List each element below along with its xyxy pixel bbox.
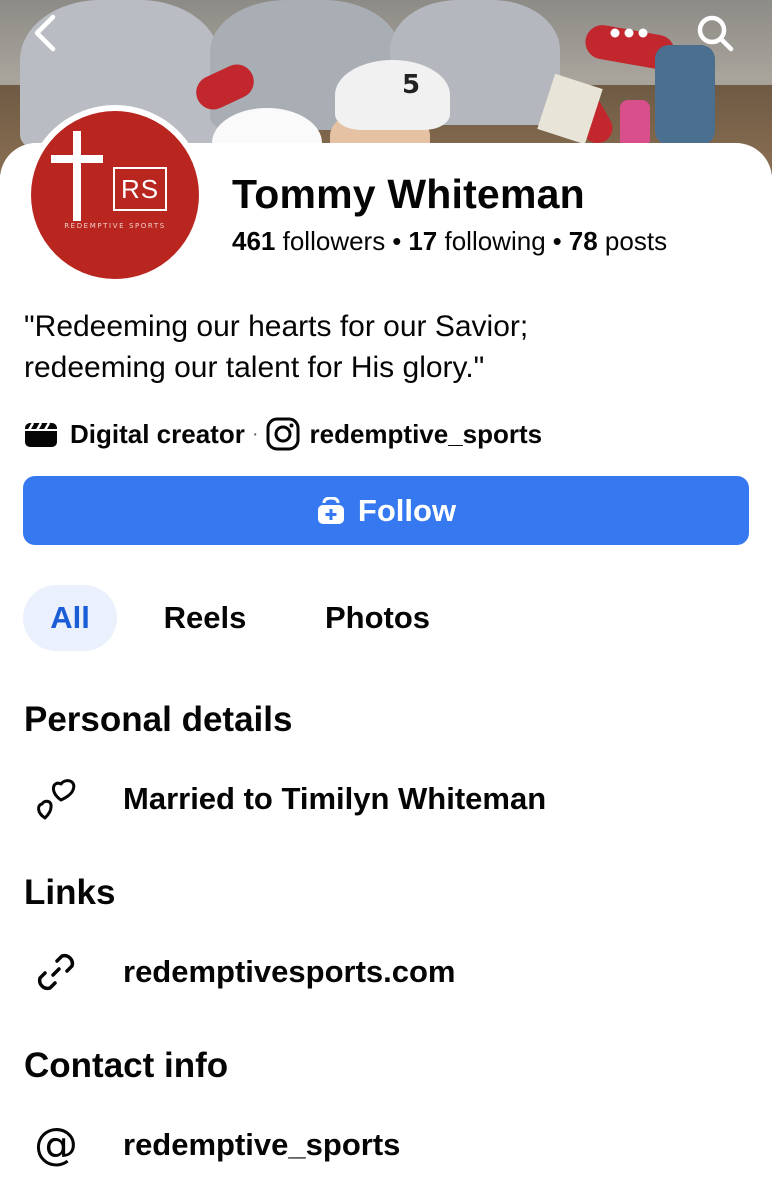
- link-icon-wrap: [24, 944, 88, 1000]
- posts-count: 78: [568, 226, 598, 256]
- stats-separator: •: [392, 226, 402, 256]
- relationship-text: Married to Timilyn Whiteman: [123, 781, 547, 816]
- follow-button[interactable]: Follow: [23, 476, 749, 545]
- logo-rs-text: RS: [113, 167, 167, 211]
- posts-label: posts: [604, 226, 668, 256]
- cover-cap-number: 5: [402, 70, 421, 100]
- section-title-links: Links: [24, 873, 116, 912]
- section-title-personal-details: Personal details: [24, 700, 293, 739]
- website-link-row[interactable]: redemptivesports.com: [24, 944, 456, 1000]
- following-count: 17: [408, 226, 438, 256]
- redemptive-sports-logo: RS REDEMPTIVE SPORTS: [31, 111, 199, 279]
- profile-stats: 461 followers • 17 following • 78 posts: [232, 226, 667, 257]
- contact-instagram-text: redemptive_sports: [123, 1127, 401, 1162]
- profile-name: Tommy Whiteman: [232, 171, 585, 217]
- at-sign-icon: @: [34, 1119, 78, 1170]
- following-link[interactable]: 17 following: [408, 226, 545, 256]
- bio-line: redeeming our talent for His glory.": [24, 351, 485, 384]
- at-icon-wrap: @: [24, 1117, 88, 1173]
- followers-link[interactable]: 461 followers: [232, 226, 385, 256]
- search-button[interactable]: [688, 6, 742, 60]
- contact-instagram-row[interactable]: @ redemptive_sports: [24, 1117, 400, 1173]
- profile-bio: "Redeeming our hearts for our Savior; re…: [24, 306, 754, 388]
- bio-line: "Redeeming our hearts for our Savior;: [24, 310, 529, 343]
- more-options-button[interactable]: [602, 6, 656, 60]
- cover-cap: [335, 60, 450, 130]
- followers-count: 461: [232, 226, 276, 256]
- section-title-contact-info: Contact info: [24, 1046, 229, 1085]
- hearts-icon: [37, 779, 76, 820]
- cover-water-bottle: [655, 45, 715, 145]
- posts-link[interactable]: 78 posts: [569, 226, 667, 256]
- meta-separator: ·: [251, 422, 259, 445]
- tab-reels[interactable]: Reels: [140, 585, 270, 651]
- followers-label: followers: [282, 226, 386, 256]
- chevron-left-icon: [34, 14, 56, 52]
- instagram-icon: [266, 417, 299, 451]
- clapperboard-icon: [25, 422, 57, 447]
- search-icon: [697, 15, 734, 52]
- link-icon: [37, 953, 75, 991]
- hearts-icon-wrap: [24, 771, 88, 827]
- logo-cross-bar: [51, 155, 103, 163]
- profile-meta: Digital creator · redemptive_sports: [24, 416, 542, 452]
- instagram-handle-link[interactable]: redemptive_sports: [310, 419, 543, 450]
- logo-subtext: REDEMPTIVE SPORTS: [64, 222, 166, 230]
- add-friend-icon: [317, 496, 344, 524]
- tab-photos[interactable]: Photos: [300, 585, 455, 651]
- relationship-row[interactable]: Married to Timilyn Whiteman: [24, 771, 546, 827]
- profile-sheet: [0, 143, 772, 1200]
- tab-all[interactable]: All: [23, 585, 117, 651]
- following-label: following: [444, 226, 546, 256]
- profile-avatar[interactable]: RS REDEMPTIVE SPORTS: [25, 105, 205, 285]
- category-label: Digital creator: [70, 418, 245, 449]
- website-link-text: redemptivesports.com: [123, 954, 456, 989]
- logo-cross: [73, 131, 81, 221]
- more-horizontal-icon: [610, 28, 648, 38]
- cover-drink-bottle: [620, 100, 650, 148]
- back-button[interactable]: [18, 6, 72, 60]
- stats-separator: •: [552, 226, 562, 256]
- follow-button-label: Follow: [357, 492, 457, 528]
